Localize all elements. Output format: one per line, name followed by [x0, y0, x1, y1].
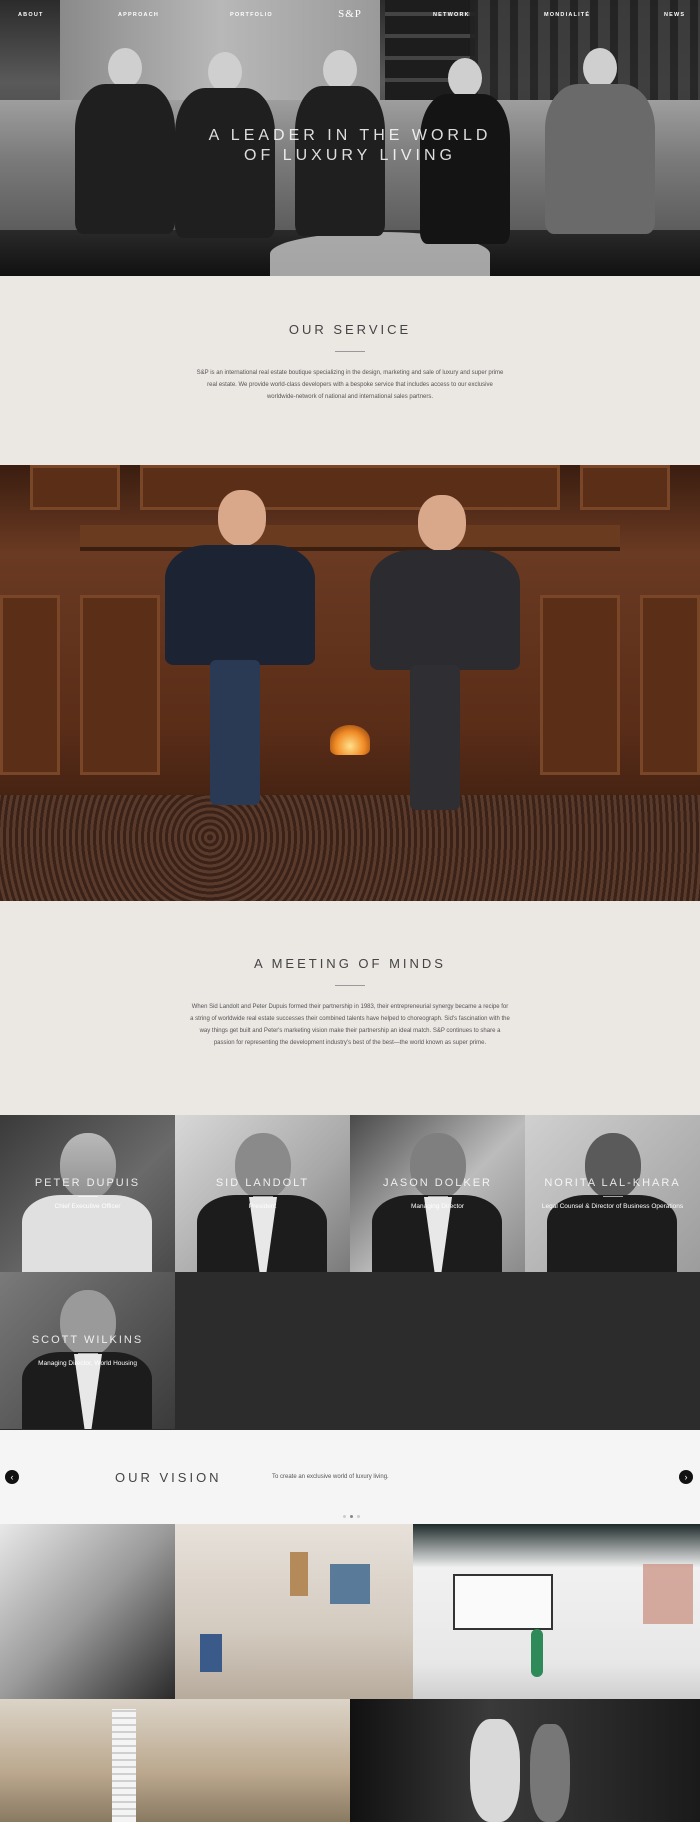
- vision-text: To create an exclusive world of luxury l…: [272, 1474, 389, 1480]
- hero-banner: A LEADER IN THE WORLD OF LUXURY LIVING A…: [0, 0, 700, 276]
- nav-approach[interactable]: APPROACH: [118, 12, 159, 18]
- nav-news[interactable]: NEWS: [664, 12, 685, 18]
- member-name: PETER DUPUIS: [34, 1177, 141, 1189]
- member-role: Managing Director, World Housing: [38, 1360, 137, 1367]
- team-grid: PETER DUPUIS Chief Executive Officer SID…: [0, 1115, 700, 1430]
- member-divider: [78, 1353, 98, 1354]
- nav-about[interactable]: ABOUT: [18, 12, 44, 18]
- hero-title: A LEADER IN THE WORLD OF LUXURY LIVING: [0, 126, 700, 166]
- vision-title: OUR VISION: [115, 1470, 222, 1485]
- team-card-jason-dolker[interactable]: JASON DOLKER Managing Director: [350, 1115, 525, 1272]
- member-role: Legal Counsel & Director of Business Ope…: [541, 1203, 684, 1210]
- carousel-dot-active[interactable]: [350, 1515, 353, 1518]
- member-divider: [603, 1196, 623, 1197]
- member-name: SCOTT WILKINS: [31, 1334, 144, 1346]
- team-card-peter-dupuis[interactable]: PETER DUPUIS Chief Executive Officer: [0, 1115, 175, 1272]
- gallery-photo-audience: [350, 1699, 700, 1822]
- hero-title-line1: A LEADER IN THE WORLD: [208, 127, 492, 144]
- vision-carousel: ‹ OUR VISION To create an exclusive worl…: [0, 1430, 700, 1524]
- gallery-photo-showroom: [175, 1524, 413, 1699]
- member-role: Chief Executive Officer: [54, 1203, 121, 1210]
- gallery-photo-model: [0, 1699, 350, 1822]
- gallery-photo-presentation: [413, 1524, 700, 1699]
- photo-gallery: [0, 1524, 700, 1822]
- member-divider: [78, 1196, 98, 1197]
- carousel-dot[interactable]: [357, 1515, 360, 1518]
- carousel-dot[interactable]: [343, 1515, 346, 1518]
- founders-photo: [0, 465, 700, 901]
- logo[interactable]: S&P: [329, 8, 371, 20]
- member-name: JASON DOLKER: [383, 1177, 492, 1189]
- minds-section: A MEETING OF MINDS When Sid Landolt and …: [0, 901, 700, 1115]
- member-role: President: [248, 1203, 277, 1210]
- service-body: S&P is an international real estate bout…: [196, 370, 504, 400]
- nav-portfolio[interactable]: PORTFOLIO: [230, 12, 273, 18]
- minds-divider: [335, 985, 365, 986]
- chevron-right-icon[interactable]: ›: [679, 1470, 693, 1484]
- team-card-scott-wilkins[interactable]: SCOTT WILKINS Managing Director, World H…: [0, 1272, 175, 1429]
- gallery-photo-event: [0, 1524, 175, 1699]
- member-name: SID LANDOLT: [215, 1177, 310, 1189]
- carousel-dots: [341, 1505, 362, 1523]
- service-title: OUR SERVICE: [288, 322, 412, 337]
- service-section: OUR SERVICE S&P is an international real…: [0, 276, 700, 465]
- hero-title-line2: OF LUXURY LIVING: [244, 147, 456, 164]
- fire: [330, 725, 370, 755]
- minds-body: When Sid Landolt and Peter Dupuis formed…: [190, 1004, 510, 1046]
- member-divider: [253, 1196, 273, 1197]
- member-role: Managing Director: [410, 1203, 465, 1210]
- nav-mondialite[interactable]: MONDIALITÉ: [544, 12, 590, 18]
- team-card-sid-landolt[interactable]: SID LANDOLT President: [175, 1115, 350, 1272]
- nav-network[interactable]: NETWORK: [433, 12, 470, 18]
- team-card-norita-lal-khara[interactable]: NORITA LAL-KHARA Legal Counsel & Directo…: [525, 1115, 700, 1272]
- service-divider: [335, 351, 365, 352]
- minds-title: A MEETING OF MINDS: [254, 956, 446, 971]
- member-divider: [428, 1196, 448, 1197]
- carpet: [0, 795, 700, 901]
- member-name: NORITA LAL-KHARA: [544, 1177, 681, 1189]
- fireplace-mantel: [80, 525, 620, 551]
- chevron-left-icon[interactable]: ‹: [5, 1470, 19, 1484]
